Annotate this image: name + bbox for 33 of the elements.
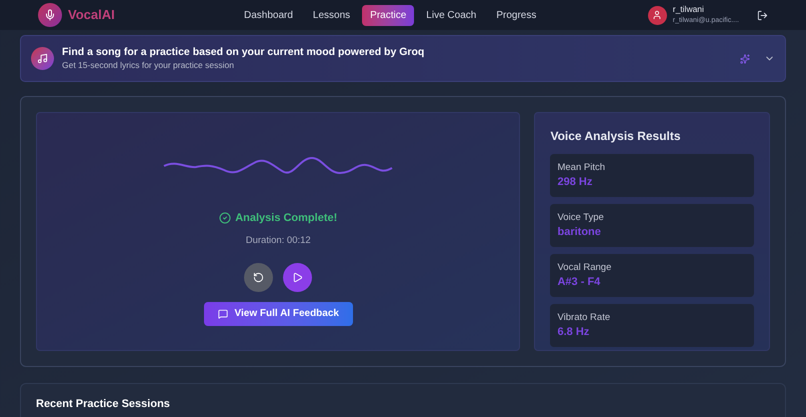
play-button[interactable] — [283, 262, 312, 292]
play-icon — [292, 272, 304, 283]
duration-text: Duration: 00:12 — [246, 234, 311, 248]
feedback-button[interactable]: View Full AI Feedback — [204, 302, 353, 326]
nav-tab[interactable]: Progress — [488, 4, 544, 26]
stat-value: 6.8 Hz — [557, 325, 590, 339]
nav-tab[interactable]: Live Coach — [418, 4, 484, 26]
nav-tab[interactable]: Dashboard — [236, 4, 301, 26]
stat-value: A#3 - F4 — [557, 275, 602, 289]
stat-value: 298 Hz — [557, 175, 594, 189]
banner-title: Find a song for a practice based on your current mood powered by Groq — [62, 46, 424, 58]
song-finder-banner[interactable]: Find a song for a practice based on your current mood powered by Groq Get 15-second lyrics for your practice session — [20, 35, 786, 82]
reset-button[interactable] — [244, 262, 274, 292]
nav-tab[interactable]: Practice — [362, 4, 414, 26]
stat-label: Vibrato Rate — [557, 311, 612, 325]
stat-label: Voice Type — [557, 211, 605, 225]
logout-icon[interactable] — [757, 10, 768, 20]
check-circle-icon — [219, 212, 232, 224]
nav-tab[interactable]: Lessons — [304, 4, 358, 26]
user-name: r_tilwani — [672, 4, 705, 15]
banner-subtitle: Get 15-second lyrics for your practice session — [62, 58, 235, 72]
results-title: Voice Analysis Results — [550, 128, 682, 145]
stat-value: baritone — [557, 225, 602, 239]
sparkle-icon — [740, 54, 750, 64]
microphone-icon — [38, 3, 62, 27]
reset-icon — [253, 272, 264, 283]
message-icon — [218, 308, 228, 319]
user-avatar-icon — [648, 6, 667, 24]
analysis-status: Analysis Complete! — [235, 211, 338, 226]
music-note-icon — [31, 47, 54, 70]
stat-label: Mean Pitch — [557, 161, 606, 175]
recent-sessions-title: Recent Practice Sessions — [36, 398, 170, 410]
stat-label: Vocal Range — [557, 261, 612, 275]
